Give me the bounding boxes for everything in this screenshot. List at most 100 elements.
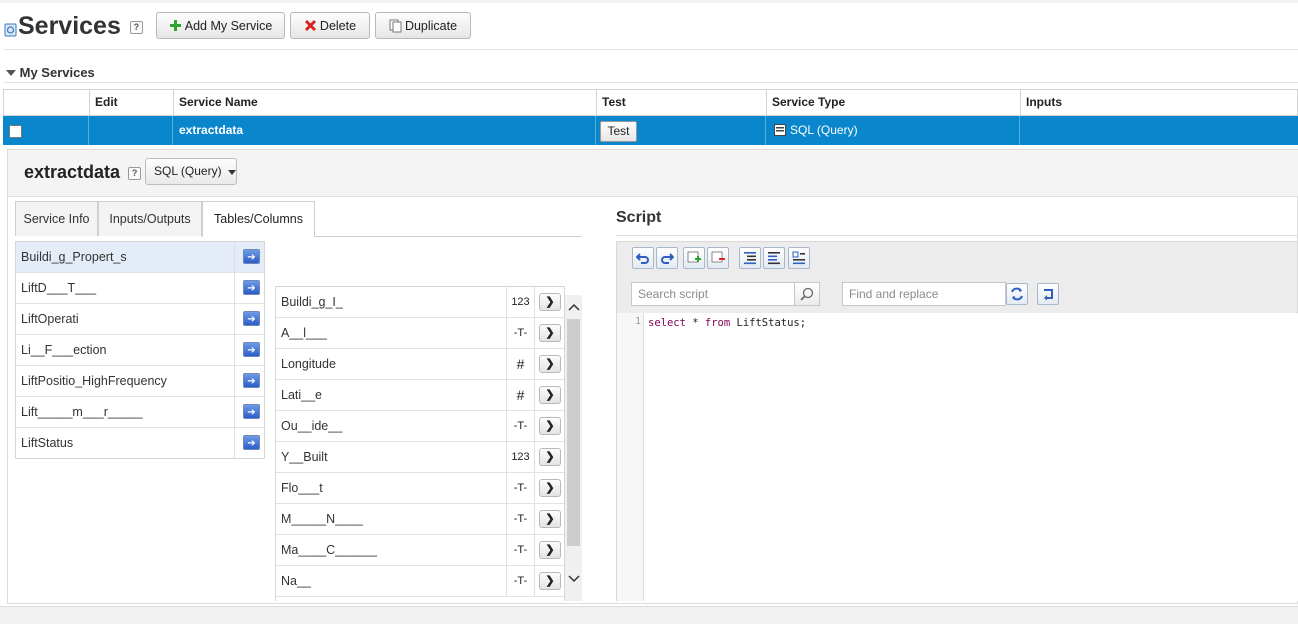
chevron-down-icon (227, 170, 236, 175)
undo-button[interactable] (632, 247, 654, 269)
list-item[interactable]: M_____N____ -T- ❯ (276, 504, 564, 535)
edit-cell[interactable] (88, 116, 172, 145)
insert-column-button[interactable]: ❯ (539, 386, 561, 404)
replace-icon (1011, 287, 1023, 301)
status-bar (0, 606, 1298, 624)
test-button[interactable]: Test (600, 121, 637, 142)
list-item[interactable]: Flo___t -T- ❯ (276, 473, 564, 504)
scrollbar-thumb[interactable] (567, 319, 580, 546)
code-line[interactable]: select * from LiftStatus; (648, 317, 806, 329)
inputs-column-header[interactable]: Inputs (1020, 90, 1298, 115)
column-type-icon: 123 (511, 296, 530, 308)
list-item[interactable]: Lati__e # ❯ (276, 380, 564, 411)
insert-column-button[interactable]: ❯ (539, 541, 561, 559)
column-type-icon: -T- (513, 575, 528, 587)
insert-column-button[interactable]: ❯ (539, 572, 561, 590)
list-item[interactable]: Li__F___ection ➔ (16, 335, 264, 366)
table-row[interactable]: extractdata Test SQL (Query) (3, 116, 1298, 145)
add-my-service-button[interactable]: Add My Service (156, 12, 285, 39)
columns-list: Buildi_g_I_ 123 ❯ A__l___ -T- ❯ Longitude # ❯ … (275, 286, 565, 601)
my-services-section-header[interactable]: My Services (6, 65, 95, 80)
line-number-gutter (617, 313, 644, 601)
insert-column-button[interactable]: ❯ (539, 355, 561, 373)
insert-column-button[interactable]: ❯ (539, 324, 561, 342)
tables-list: Buildi_g_Propert_s ➔ LiftD___T___ ➔ Lift… (15, 241, 265, 459)
list-item[interactable]: LiftOperati ➔ (16, 304, 264, 335)
open-table-button[interactable]: ➔ (243, 249, 260, 264)
page-title: Services ? (18, 12, 143, 41)
add-line-button[interactable] (683, 247, 705, 269)
outdent-button[interactable] (763, 247, 785, 269)
select-column-header[interactable] (4, 90, 89, 115)
insert-column-button[interactable]: ❯ (539, 448, 561, 466)
script-title: Script (616, 209, 662, 226)
list-item[interactable]: LiftPositio_HighFrequency ➔ (16, 366, 264, 397)
find-replace-input[interactable]: Find and replace (842, 282, 1006, 306)
column-type-icon: -T- (513, 482, 528, 494)
inputs-cell (1019, 116, 1298, 145)
sql-icon (774, 124, 786, 136)
list-item[interactable]: LiftStatus ➔ (16, 428, 264, 459)
undo-icon (636, 253, 649, 264)
edit-column-header[interactable]: Edit (89, 90, 173, 115)
insert-column-button[interactable]: ❯ (539, 479, 561, 497)
remove-line-button[interactable] (707, 247, 729, 269)
service-name-cell[interactable]: extractdata (172, 116, 595, 145)
delete-button[interactable]: Delete (290, 12, 370, 39)
service-type-column-header[interactable]: Service Type (766, 90, 1020, 115)
add-icon (169, 20, 181, 31)
delete-icon (711, 251, 725, 263)
tab-inputs-outputs[interactable]: Inputs/Outputs (98, 201, 202, 236)
top-strip (0, 0, 1298, 3)
services-icon (4, 23, 17, 37)
tab-tables-columns[interactable]: Tables/Columns (202, 201, 315, 237)
open-table-button[interactable]: ➔ (243, 342, 260, 357)
replace-button[interactable] (1006, 283, 1028, 305)
delete-icon (304, 19, 316, 32)
help-icon[interactable]: ? (128, 166, 142, 180)
list-item[interactable]: Na__ -T- ❯ (276, 566, 564, 597)
test-column-header[interactable]: Test (596, 90, 766, 115)
list-item[interactable]: LiftD___T___ ➔ (16, 273, 264, 304)
open-table-button[interactable]: ➔ (243, 373, 260, 388)
list-item[interactable]: Lift_____m___r_____ ➔ (16, 397, 264, 428)
service-name-column-header[interactable]: Service Name (173, 90, 596, 115)
insert-column-button[interactable]: ❯ (539, 417, 561, 435)
search-button[interactable] (794, 282, 820, 306)
column-type-icon: -T- (513, 513, 528, 525)
open-table-button[interactable]: ➔ (243, 280, 260, 295)
scroll-up-icon[interactable] (565, 299, 582, 316)
column-type-icon: -T- (513, 327, 528, 339)
format-button[interactable] (788, 247, 810, 269)
help-icon[interactable]: ? (129, 20, 143, 34)
search-icon (800, 287, 814, 301)
open-table-button[interactable]: ➔ (243, 435, 260, 450)
list-item[interactable]: Ma____C______ -T- ❯ (276, 535, 564, 566)
list-item[interactable]: Buildi_g_I_ 123 ❯ (276, 287, 564, 318)
service-type-dropdown[interactable]: SQL (Query) (145, 158, 237, 185)
script-divider (616, 235, 1298, 236)
list-item[interactable]: A__l___ -T- ❯ (276, 318, 564, 349)
indent-button[interactable] (739, 247, 761, 269)
add-icon (687, 251, 701, 263)
collapse-triangle-icon (6, 70, 16, 76)
list-item[interactable]: Longitude # ❯ (276, 349, 564, 380)
search-script-input[interactable]: Search script (631, 282, 795, 306)
column-type-icon: -T- (513, 544, 528, 556)
list-item[interactable]: Ou__ide__ -T- ❯ (276, 411, 564, 442)
tabs-underline (315, 236, 582, 237)
script-editor[interactable] (616, 313, 1298, 601)
insert-column-button[interactable]: ❯ (539, 293, 561, 311)
replace-all-button[interactable] (1037, 283, 1059, 305)
redo-button[interactable] (656, 247, 678, 269)
insert-column-button[interactable]: ❯ (539, 510, 561, 528)
open-table-button[interactable]: ➔ (243, 311, 260, 326)
list-item[interactable]: Y__Built 123 ❯ (276, 442, 564, 473)
open-table-button[interactable]: ➔ (243, 404, 260, 419)
row-checkbox[interactable] (9, 125, 22, 138)
scroll-down-icon[interactable] (565, 571, 582, 588)
duplicate-button[interactable]: Duplicate (375, 12, 471, 39)
list-item[interactable]: Buildi_g_Propert_s ➔ (16, 242, 264, 273)
tab-service-info[interactable]: Service Info (15, 201, 98, 236)
duplicate-icon (389, 19, 402, 32)
